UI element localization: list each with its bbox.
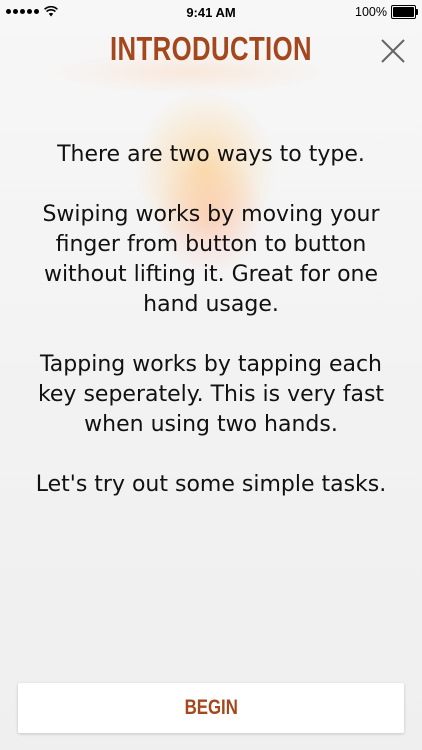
header: INTRODUCTION (0, 26, 422, 78)
intro-text: There are two ways to type. Swiping work… (0, 140, 422, 530)
battery-percent: 100% (355, 5, 387, 19)
close-button[interactable] (378, 36, 408, 66)
status-left (6, 6, 58, 17)
intro-paragraph: There are two ways to type. (57, 142, 365, 167)
intro-paragraph: Let's try out some simple tasks. (35, 472, 387, 497)
signal-dots-icon (6, 9, 39, 14)
begin-button-container: BEGIN (18, 683, 404, 733)
status-right: 100% (355, 5, 418, 19)
status-time: 9:41 AM (186, 4, 236, 20)
intro-paragraph: Tapping works by tapping each key sepera… (37, 352, 385, 437)
wifi-icon (44, 6, 58, 17)
close-icon (381, 39, 405, 63)
status-bar: 9:41 AM 100% (0, 0, 422, 24)
page-title: INTRODUCTION (109, 30, 312, 67)
begin-button[interactable]: BEGIN (18, 683, 404, 733)
intro-paragraph: Swiping works by moving your finger from… (42, 202, 380, 317)
battery-level (393, 7, 414, 17)
begin-button-label: BEGIN (184, 696, 238, 719)
battery-icon (391, 5, 418, 19)
